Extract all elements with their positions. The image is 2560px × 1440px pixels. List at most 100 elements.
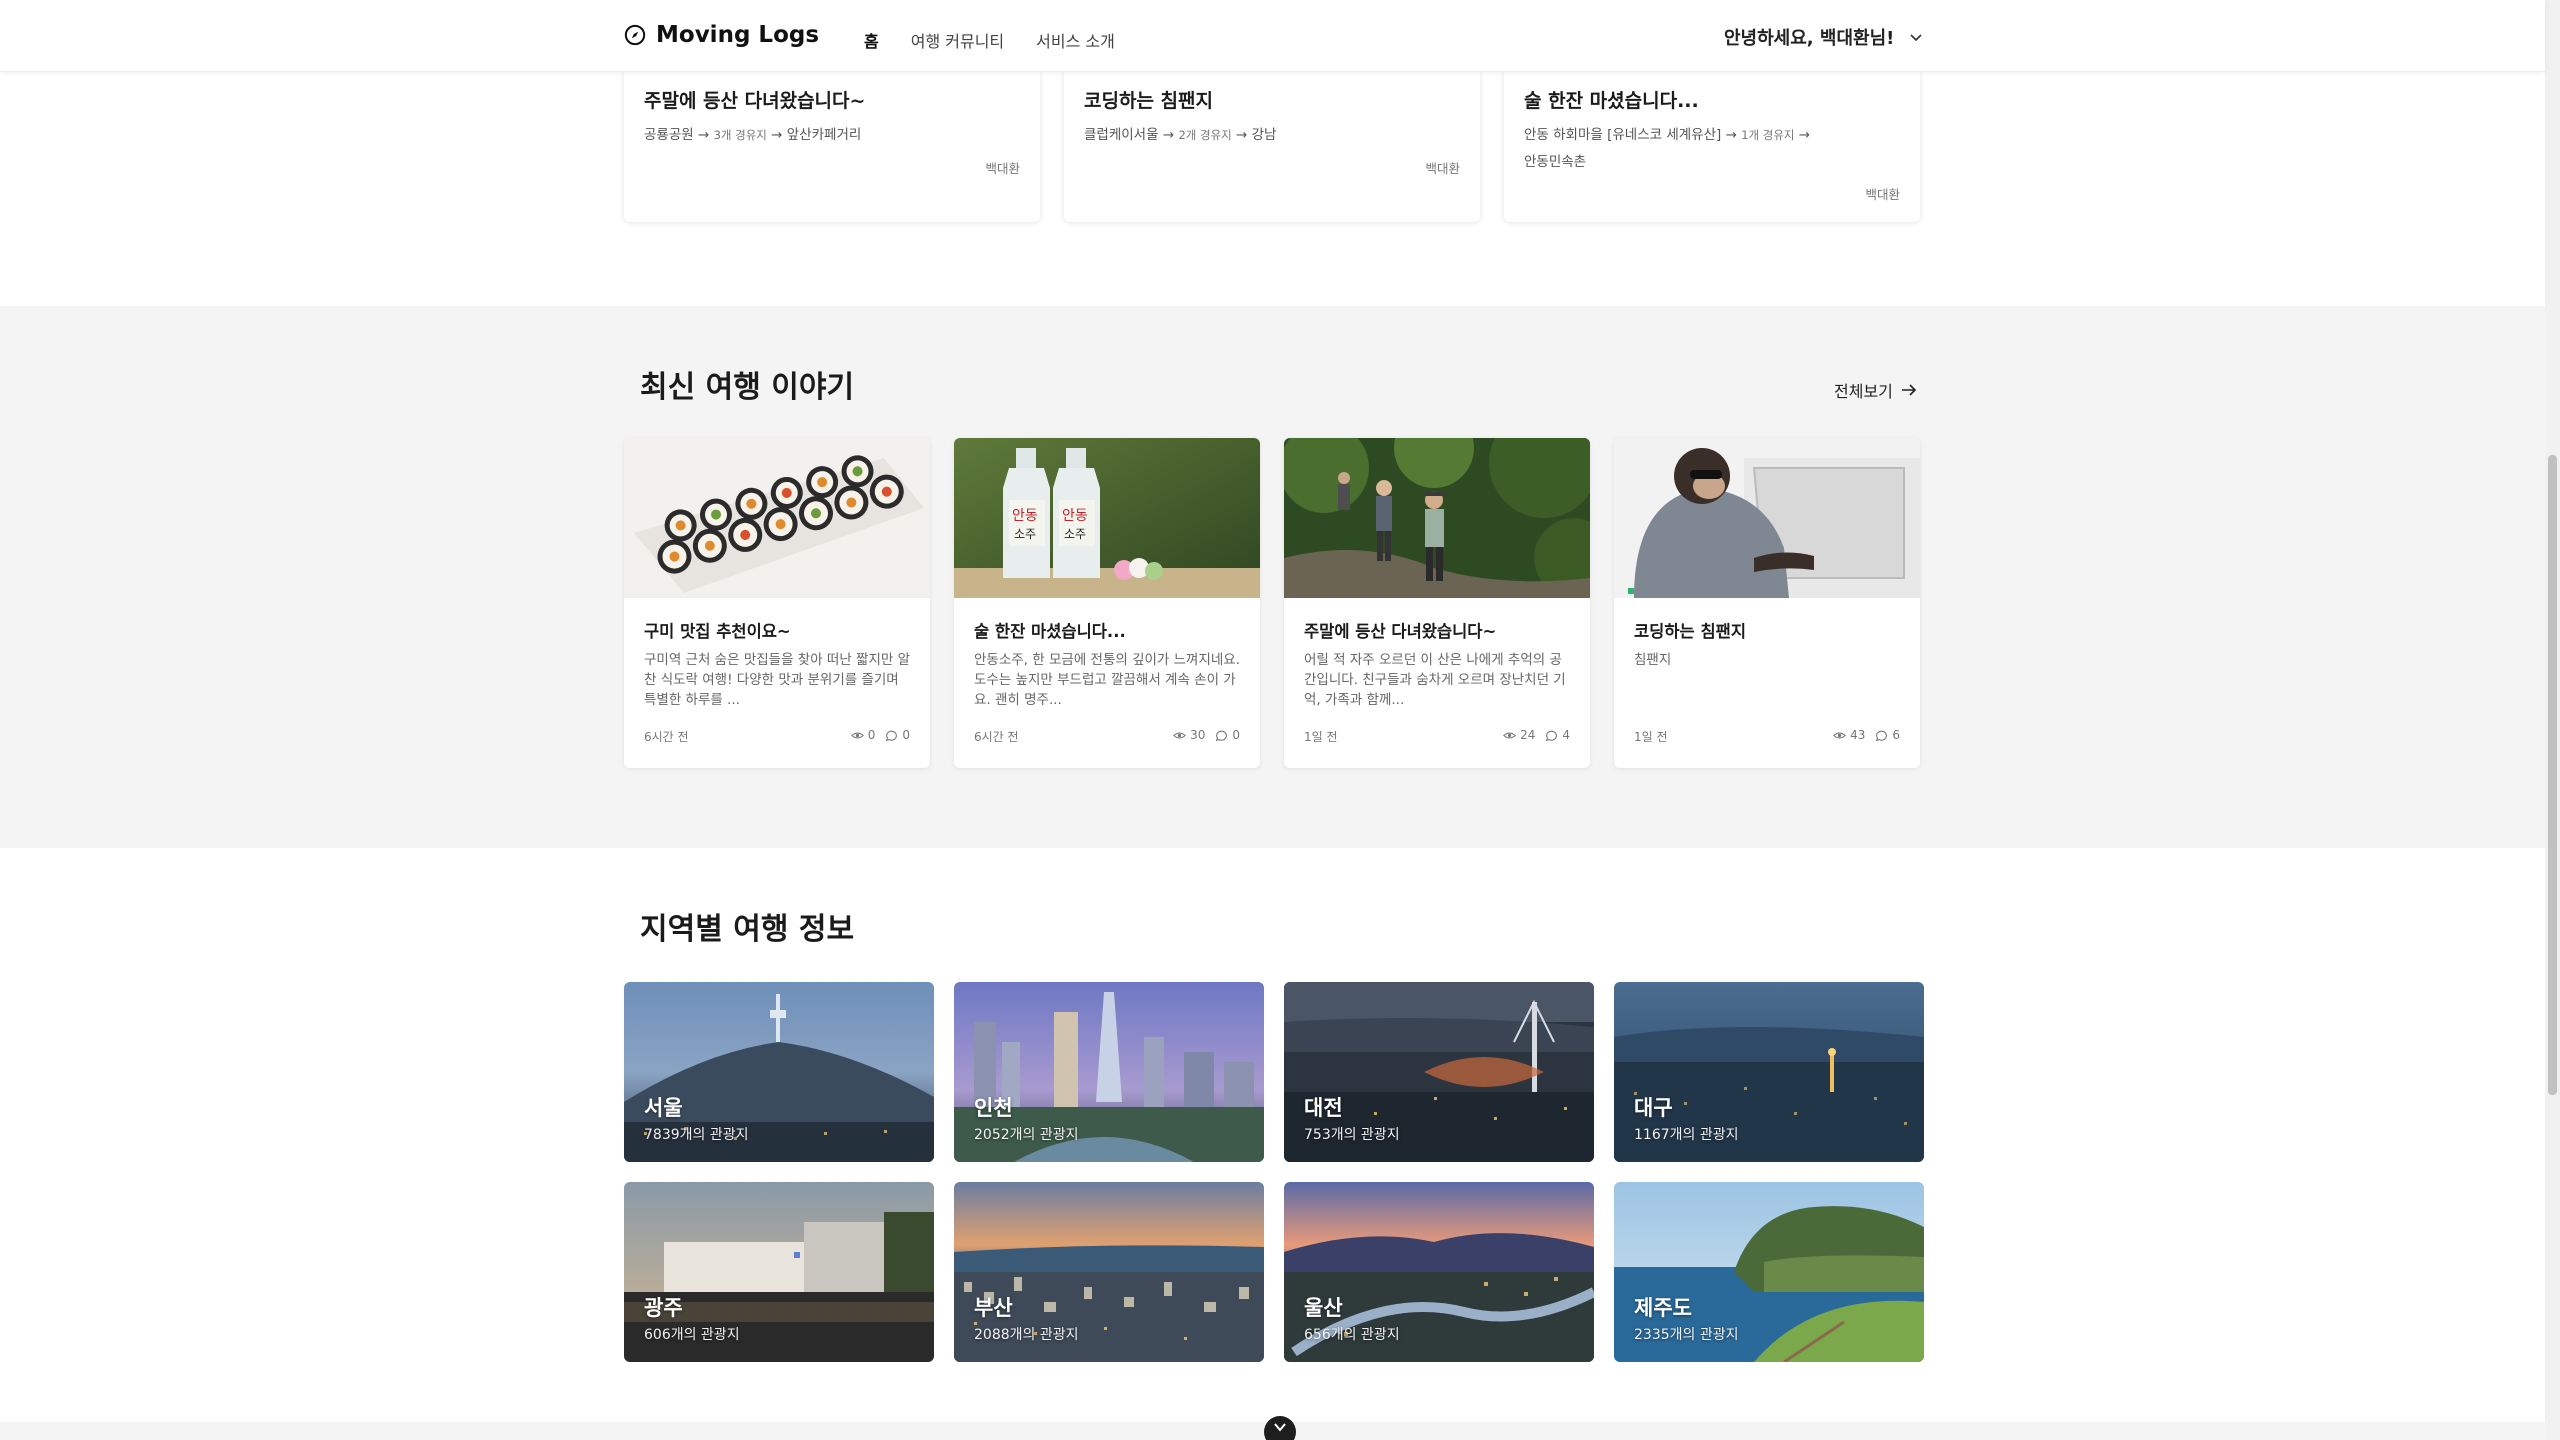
latest-stories-section: 최신 여행 이야기 전체보기 구미 맛집 추천이요~ 구미역 근처 숨은 맛집들… (0, 306, 2545, 848)
route-start: 공룡공원 (644, 127, 694, 143)
route-end: 앞산카페거리 (786, 127, 862, 143)
eye-icon (1173, 732, 1187, 738)
story-time: 1일 전 (1304, 730, 1338, 744)
svg-text:안동: 안동 (1012, 508, 1038, 524)
comment-count: 4 (1545, 728, 1570, 742)
region-card-ulsan[interactable]: 울산 656개의 관광지 (1284, 1182, 1594, 1362)
story-desc: 어릴 적 자주 오르던 이 산은 나에게 추억의 공간입니다. 친구들과 숨차게… (1304, 652, 1566, 708)
region-name: 대구 (1634, 1096, 1673, 1120)
story-card[interactable]: 구미 맛집 추천이요~ 구미역 근처 숨은 맛집들을 찾아 떠난 짧지만 알찬 … (624, 438, 930, 768)
view-count: 30 (1173, 728, 1205, 742)
logo-text: Moving Logs (656, 22, 820, 48)
region-card-gwangju[interactable]: 광주 606개의 관광지 (624, 1182, 934, 1362)
view-count-value: 0 (867, 728, 876, 742)
section-title: 최신 여행 이야기 (640, 370, 855, 405)
story-thumbnail (1614, 438, 1920, 598)
story-time: 6시간 전 (644, 730, 689, 744)
region-name: 제주도 (1634, 1296, 1692, 1320)
story-stats: 30 0 (1173, 728, 1240, 742)
comment-count: 6 (1875, 728, 1900, 742)
region-count: 2088개의 관광지 (974, 1327, 1079, 1343)
compass-icon (624, 24, 646, 46)
story-time: 6시간 전 (974, 730, 1019, 744)
route-author: 백대환 (1865, 187, 1900, 202)
view-count-value: 30 (1190, 728, 1206, 742)
scrollbar-thumb[interactable] (2548, 455, 2557, 1095)
region-count: 7839개의 관광지 (644, 1127, 749, 1143)
route-title: 주말에 등산 다녀왔습니다~ (644, 90, 866, 112)
story-stats: 24 4 (1503, 728, 1570, 742)
story-thumbnail (624, 438, 930, 598)
comment-count: 0 (885, 728, 910, 742)
story-stats: 0 0 (850, 728, 910, 742)
route-title: 술 한잔 마셨습니다... (1524, 90, 1699, 112)
region-card-daegu[interactable]: 대구 1167개의 관광지 (1614, 982, 1924, 1162)
region-count: 606개의 관광지 (644, 1327, 740, 1343)
chevron-down-icon (1910, 34, 1922, 42)
story-thumbnail: 안동 소주 안동 소주 (954, 438, 1260, 598)
svg-text:소주: 소주 (1064, 527, 1086, 541)
story-thumbnail (1284, 438, 1590, 598)
svg-text:안동: 안동 (1062, 508, 1088, 524)
route-via: 1개 경유지 (1741, 128, 1795, 142)
comment-count-value: 0 (902, 728, 910, 742)
view-count: 0 (850, 728, 876, 742)
route-via: 3개 경유지 (713, 128, 767, 142)
main-nav: 홈 여행 커뮤니티 서비스 소개 (864, 28, 1115, 52)
site-header: Moving Logs 홈 여행 커뮤니티 서비스 소개 안녕하세요, 백대환님… (0, 0, 2545, 72)
user-menu[interactable]: 안녕하세요, 백대환님! (1724, 24, 1924, 50)
story-desc: 구미역 근처 숨은 맛집들을 찾아 떠난 짧지만 알찬 식도락 여행! 다양한 … (644, 652, 911, 708)
section-title: 지역별 여행 정보 (640, 912, 855, 947)
nav-community[interactable]: 여행 커뮤니티 (911, 28, 1004, 52)
route-path: 클럽케이서울 → 2개 경유지 → 강남 (1084, 127, 1277, 143)
view-all-label: 전체보기 (1834, 382, 1893, 401)
region-count: 1167개의 관광지 (1634, 1127, 1739, 1143)
route-start: 안동 하회마을 [유네스코 세계유산] (1524, 127, 1722, 143)
story-title: 술 한잔 마셨습니다... (974, 622, 1126, 641)
story-desc: 안동소주, 한 모금에 전통의 깊이가 느껴지네요. 도수는 높지만 부드럽고 … (974, 652, 1241, 708)
nav-home[interactable]: 홈 (864, 28, 879, 52)
nav-about[interactable]: 서비스 소개 (1036, 28, 1115, 52)
story-title: 코딩하는 침팬지 (1634, 622, 1747, 641)
region-count: 2052개의 관광지 (974, 1127, 1079, 1143)
region-card-daejeon[interactable]: 대전 753개의 관광지 (1284, 982, 1594, 1162)
story-card[interactable]: 주말에 등산 다녀왔습니다~ 어릴 적 자주 오르던 이 산은 나에게 추억의 … (1284, 438, 1590, 768)
route-via: 2개 경유지 (1178, 128, 1232, 142)
chevron-down-icon (1274, 1423, 1286, 1432)
scroll-toggle-button[interactable] (1264, 1416, 1296, 1440)
story-title: 구미 맛집 추천이요~ (644, 622, 791, 641)
view-count: 24 (1503, 728, 1535, 742)
comment-icon (1876, 730, 1888, 741)
route-path: 안동 하회마을 [유네스코 세계유산] → 1개 경유지 → 안동민속촌 (1524, 127, 1811, 170)
comment-count-value: 0 (1232, 728, 1240, 742)
route-start: 클럽케이서울 (1084, 127, 1159, 143)
story-card[interactable]: 안동 소주 안동 소주 술 한잔 마셨습니다... 안동소주, 한 모금에 전통… (954, 438, 1260, 768)
region-info-section: 지역별 여행 정보 서울 7839개의 관광지 인천 2052개의 관광지 대전… (0, 848, 2545, 1422)
region-name: 대전 (1304, 1096, 1343, 1120)
region-name: 울산 (1304, 1296, 1343, 1320)
region-card-busan[interactable]: 부산 2088개의 관광지 (954, 1182, 1264, 1362)
page-scrollbar[interactable] (2545, 0, 2560, 1440)
logo[interactable]: Moving Logs (624, 22, 819, 48)
view-count-value: 24 (1520, 728, 1536, 742)
region-count: 2335개의 관광지 (1634, 1327, 1739, 1343)
region-name: 광주 (644, 1296, 683, 1320)
story-card[interactable]: 코딩하는 침팬지 침팬지 1일 전 43 6 (1614, 438, 1920, 768)
region-card-seoul[interactable]: 서울 7839개의 관광지 (624, 982, 934, 1162)
region-card-incheon[interactable]: 인천 2052개의 관광지 (954, 982, 1264, 1162)
route-author: 백대환 (985, 161, 1020, 176)
region-name: 서울 (644, 1096, 683, 1120)
eye-icon (1833, 732, 1847, 738)
story-title: 주말에 등산 다녀왔습니다~ (1304, 622, 1497, 641)
view-count-value: 43 (1850, 728, 1866, 742)
comment-count-value: 4 (1562, 728, 1570, 742)
eye-icon (1503, 732, 1517, 738)
user-greeting: 안녕하세요, 백대환님! (1724, 28, 1895, 49)
comment-icon (886, 730, 898, 741)
eye-icon (850, 732, 864, 738)
view-all-link[interactable]: 전체보기 (1834, 378, 1917, 402)
region-card-jeju[interactable]: 제주도 2335개의 관광지 (1614, 1182, 1924, 1362)
route-title: 코딩하는 침팬지 (1084, 90, 1213, 112)
svg-text:소주: 소주 (1014, 527, 1036, 541)
region-count: 753개의 관광지 (1304, 1127, 1400, 1143)
